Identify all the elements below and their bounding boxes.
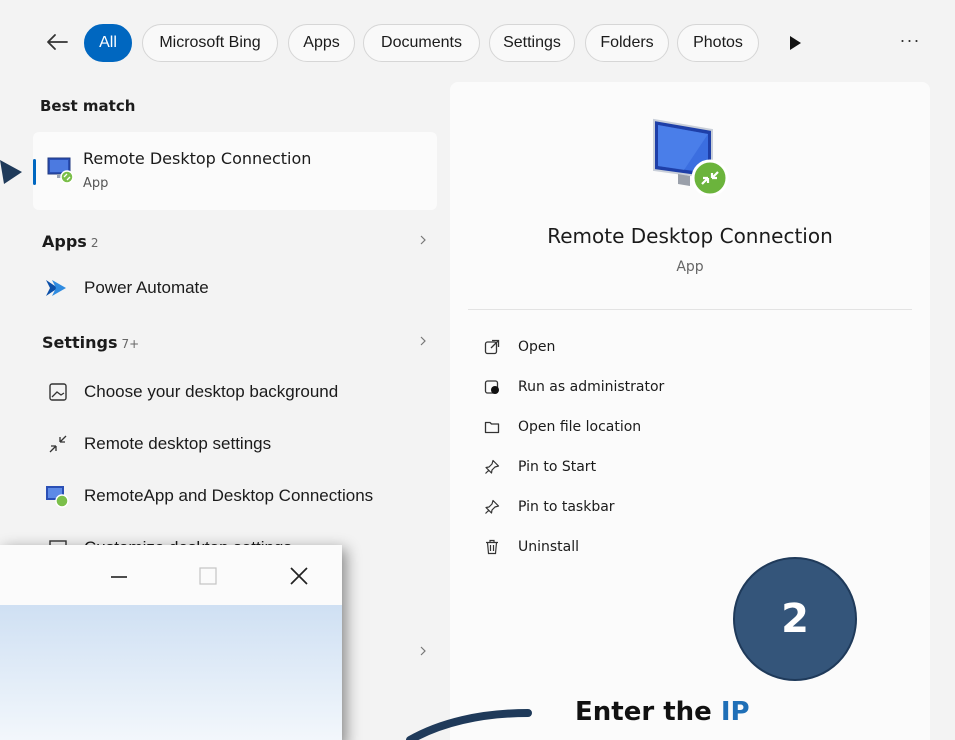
detail-title: Remote Desktop Connection — [547, 224, 833, 248]
chevron-right-icon[interactable] — [418, 646, 428, 656]
open-external-icon — [484, 339, 500, 355]
divider — [468, 309, 912, 310]
setting-result-remote-desktop-settings[interactable]: Remote desktop settings — [44, 429, 271, 459]
shield-admin-icon — [484, 380, 499, 394]
settings-heading-label: Settings — [42, 333, 118, 352]
callout-highlight: IP — [720, 697, 750, 727]
action-label: Open file location — [518, 419, 642, 435]
chevron-right-icon[interactable] — [418, 235, 428, 245]
filter-tab-apps[interactable]: Apps — [288, 24, 355, 62]
apps-count: 2 — [90, 236, 99, 250]
action-run-as-administrator[interactable]: Run as administrator — [482, 374, 664, 400]
filter-tab-folders[interactable]: Folders — [585, 24, 669, 62]
step-number-badge: 2 — [733, 557, 857, 681]
action-uninstall[interactable]: Uninstall — [482, 534, 579, 560]
list-item-label: Power Automate — [84, 278, 209, 297]
remote-desktop-window — [0, 545, 342, 740]
selection-accent — [33, 159, 36, 185]
search-filter-bar: All Microsoft Bing Apps Documents Settin… — [0, 0, 955, 86]
action-label: Pin to Start — [518, 459, 597, 475]
action-label: Uninstall — [518, 539, 580, 555]
minimize-icon — [111, 576, 127, 578]
filter-tab-settings[interactable]: Settings — [489, 24, 575, 62]
maximize-icon — [199, 567, 217, 585]
maximize-button[interactable] — [193, 561, 223, 591]
filter-tab-all[interactable]: All — [84, 24, 132, 62]
back-button[interactable] — [42, 27, 72, 57]
list-item-label: RemoteApp and Desktop Connections — [84, 486, 374, 505]
remote-arrows-icon — [49, 435, 67, 453]
action-pin-to-start[interactable]: Pin to Start — [482, 454, 596, 480]
folder-icon — [484, 421, 500, 434]
settings-count: 7+ — [121, 337, 140, 351]
list-item-label: Remote desktop settings — [84, 434, 272, 453]
trash-icon — [486, 539, 498, 555]
action-label: Run as administrator — [518, 379, 665, 395]
power-automate-icon — [46, 280, 66, 296]
chevron-right-icon[interactable] — [418, 336, 428, 346]
close-button[interactable] — [284, 561, 314, 591]
instruction-callout: Enter the IP — [575, 697, 750, 727]
window-body — [0, 605, 342, 740]
detail-subtitle: App — [676, 259, 704, 275]
best-match-card[interactable]: Remote Desktop Connection App — [33, 132, 437, 210]
pin-icon — [485, 499, 500, 514]
play-icon — [790, 36, 801, 50]
action-label: Open — [518, 339, 556, 355]
filter-tab-microsoft-bing[interactable]: Microsoft Bing — [142, 24, 278, 62]
action-pin-to-taskbar[interactable]: Pin to taskbar — [482, 494, 615, 520]
best-match-heading: Best match — [40, 97, 136, 115]
minimize-button[interactable] — [104, 561, 134, 591]
remoteapp-icon — [46, 486, 69, 508]
action-label: Pin to taskbar — [518, 499, 615, 515]
callout-text: Enter the — [575, 697, 712, 727]
close-icon — [290, 567, 308, 585]
remote-desktop-icon — [47, 157, 74, 184]
window-titlebar — [0, 545, 342, 605]
settings-heading[interactable]: Settings 7+ — [42, 333, 139, 352]
setting-result-remoteapp[interactable]: RemoteApp and Desktop Connections — [44, 481, 373, 511]
action-open[interactable]: Open — [482, 334, 555, 360]
app-result-power-automate[interactable]: Power Automate — [44, 273, 209, 303]
pin-icon — [485, 459, 500, 474]
picture-icon — [49, 383, 67, 401]
scroll-right-button[interactable] — [786, 30, 806, 56]
action-open-file-location[interactable]: Open file location — [482, 414, 641, 440]
apps-heading[interactable]: Apps 2 — [42, 232, 98, 251]
remote-desktop-large-icon — [653, 118, 729, 197]
setting-result-desktop-background[interactable]: Choose your desktop background — [44, 377, 338, 407]
best-match-title: Remote Desktop Connection — [83, 149, 312, 168]
pointer-arrow-icon — [0, 160, 22, 184]
filter-tab-photos[interactable]: Photos — [677, 24, 759, 62]
filter-tab-documents[interactable]: Documents — [363, 24, 480, 62]
arrow-left-icon — [47, 34, 68, 50]
best-match-subtitle: App — [83, 176, 109, 191]
list-item-label: Choose your desktop background — [84, 382, 339, 401]
curved-arrow-icon — [406, 709, 532, 740]
apps-heading-label: Apps — [42, 232, 87, 251]
result-detail-pane: Remote Desktop Connection App Open Run a… — [450, 82, 930, 740]
more-options-button[interactable]: ··· — [892, 30, 928, 56]
